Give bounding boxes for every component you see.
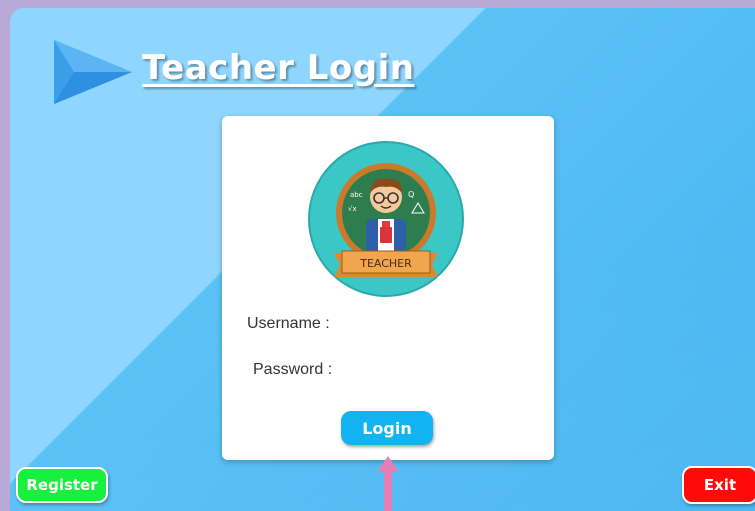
avatar-badge-text: TEACHER bbox=[359, 257, 412, 270]
page-title: Teacher Login bbox=[142, 48, 415, 88]
svg-text:abc: abc bbox=[350, 191, 363, 199]
password-label: Password : bbox=[253, 361, 333, 378]
svg-text:√x: √x bbox=[348, 205, 357, 213]
up-arrow-icon bbox=[377, 456, 399, 511]
register-button[interactable]: Register bbox=[16, 467, 108, 503]
username-input[interactable] bbox=[340, 312, 534, 338]
password-input[interactable] bbox=[340, 358, 534, 384]
username-label: Username : bbox=[247, 315, 330, 332]
exit-button[interactable]: Exit bbox=[682, 466, 755, 504]
login-button[interactable]: Login bbox=[341, 411, 433, 445]
svg-text:Q: Q bbox=[408, 190, 414, 199]
teacher-avatar-icon: abc √x Q TEACHER bbox=[308, 141, 464, 297]
login-card: abc √x Q TEACHER Username : Password : L… bbox=[222, 116, 554, 460]
play-arrow-icon bbox=[54, 40, 132, 104]
